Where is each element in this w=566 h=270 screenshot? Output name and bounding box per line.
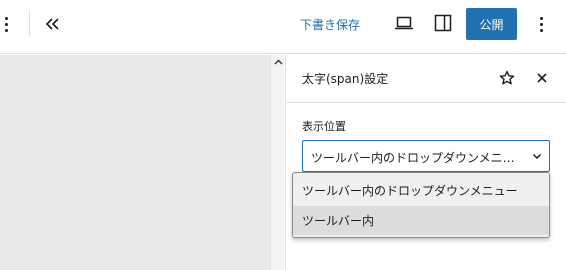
sidebar-toggle-icon[interactable]	[431, 11, 455, 35]
editor-top-toolbar: 下書き保存 公開	[0, 0, 566, 54]
display-position-label: 表示位置	[302, 120, 346, 133]
scroll-up-caret-icon[interactable]	[271, 55, 285, 69]
dropdown-option-in-toolbar[interactable]: ツールバー内	[293, 206, 549, 235]
save-draft-button[interactable]: 下書き保存	[300, 12, 360, 36]
star-icon[interactable]	[496, 67, 518, 89]
chevron-down-icon	[532, 153, 542, 160]
close-icon[interactable]	[531, 67, 553, 89]
collapse-double-chevron-icon[interactable]	[40, 11, 66, 37]
publish-button[interactable]: 公開	[466, 8, 517, 40]
more-options-right-icon[interactable]	[533, 12, 549, 36]
canvas-scrollbar[interactable]	[270, 55, 284, 270]
panel-title: 太字(span)設定	[302, 72, 389, 86]
display-position-dropdown-list: ツールバー内のドロップダウンメニュー ツールバー内	[292, 172, 550, 238]
editor-canvas[interactable]	[0, 55, 270, 270]
display-position-select[interactable]: ツールバー内のドロップダウンメニュー	[302, 140, 550, 172]
panel-header: 太字(span)設定	[286, 55, 566, 103]
more-options-left-icon[interactable]	[0, 12, 14, 36]
select-current-value: ツールバー内のドロップダウンメニュー	[311, 151, 521, 165]
preview-laptop-icon[interactable]	[392, 11, 416, 35]
toolbar-divider	[29, 10, 30, 37]
dropdown-option-toolbar-dropdown-menu[interactable]: ツールバー内のドロップダウンメニュー	[293, 176, 549, 205]
